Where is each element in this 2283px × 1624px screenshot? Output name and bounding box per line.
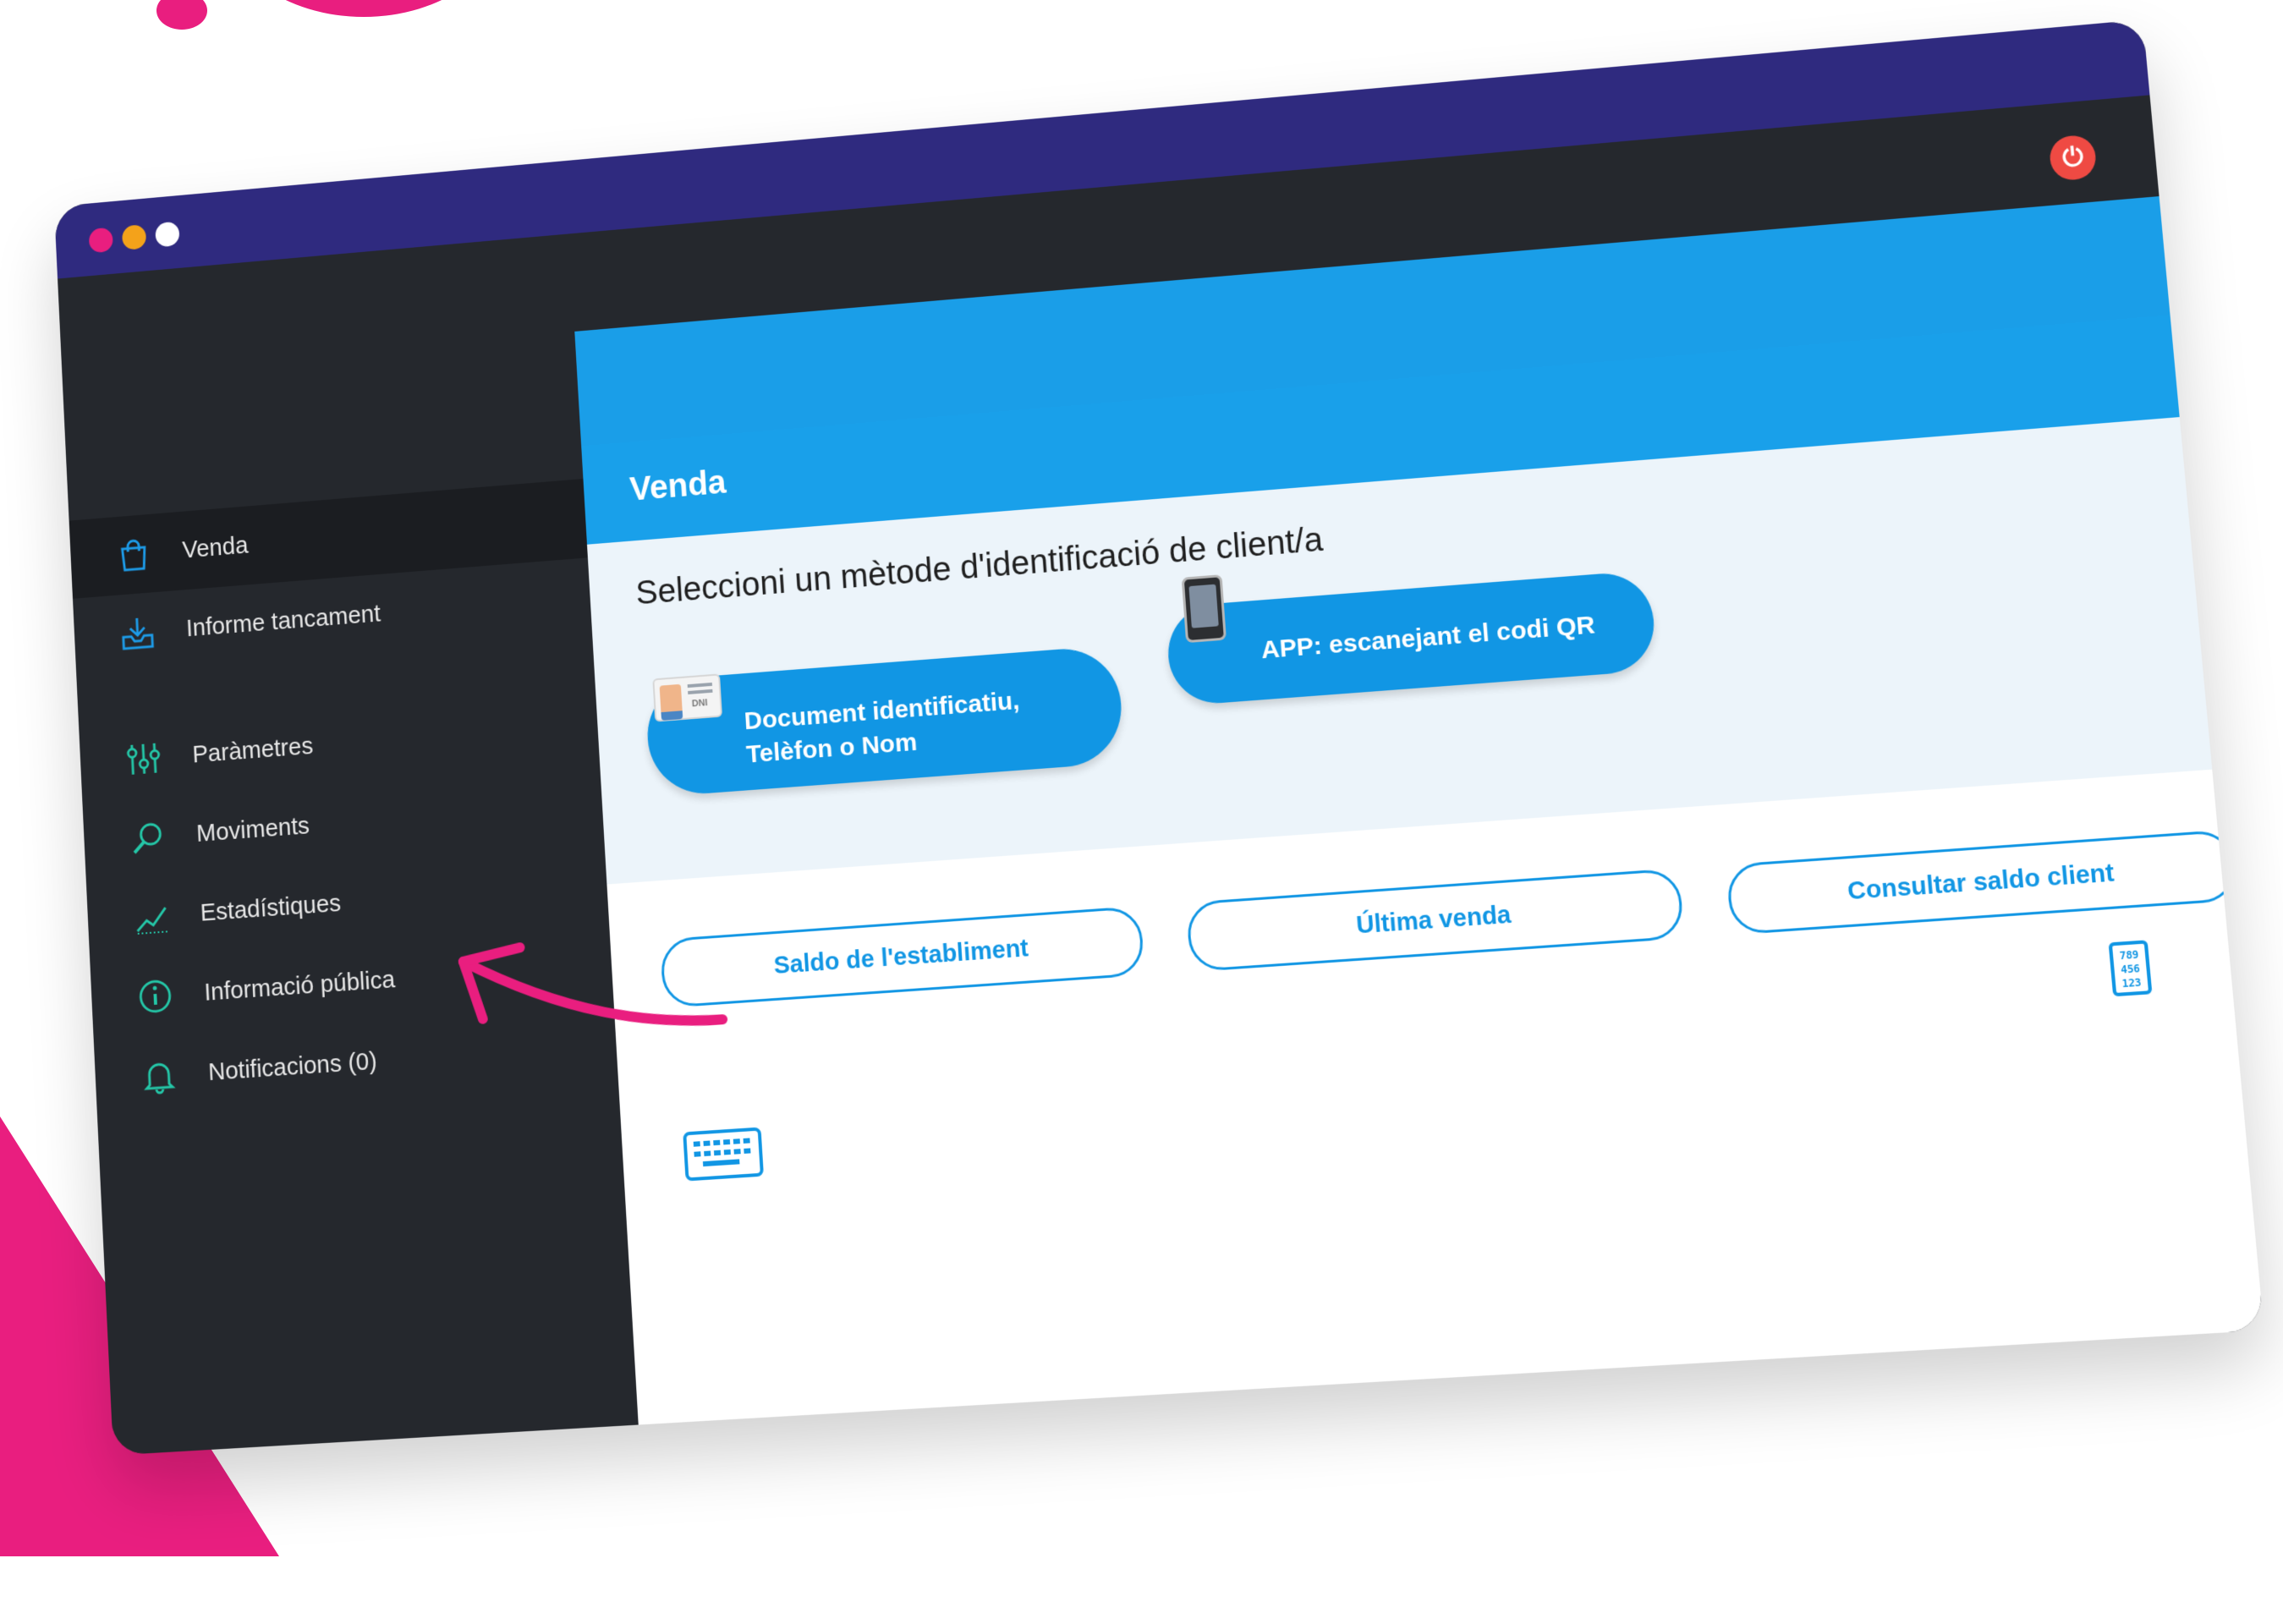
bell-icon	[140, 1056, 178, 1096]
sliders-icon	[124, 738, 163, 779]
info-icon	[136, 976, 175, 1017]
sidebar-item-label: Moviments	[195, 812, 310, 848]
numpad-icon[interactable]: 789 456 123	[2108, 940, 2153, 997]
page-title: Venda	[628, 464, 727, 508]
phone-icon	[1181, 574, 1227, 644]
minimize-dot[interactable]	[121, 224, 147, 251]
chart-line-icon	[132, 897, 171, 937]
highlight-arrow-icon	[428, 893, 733, 1081]
establishment-balance-button[interactable]: Saldo de l'establiment	[659, 905, 1145, 1008]
sidebar-item-label: Venda	[181, 531, 250, 564]
shopping-bag-icon	[114, 535, 152, 575]
perspective-stage: ⏻ Venda Informe tancament Paràmetres Mov…	[3, 0, 2283, 1624]
id-document-button[interactable]: DNI Document identificatiu, Telèfon o No…	[644, 645, 1126, 798]
logout-icon[interactable]: ⏻	[2048, 134, 2098, 182]
download-tray-icon	[118, 612, 157, 653]
decorative-blob-dot	[156, 0, 207, 30]
close-dot[interactable]	[88, 227, 114, 254]
qr-app-label: APP: escanejant el codi QR	[1259, 611, 1596, 665]
sidebar-item-label: Estadístiques	[200, 889, 342, 927]
sidebar-item-label: Informació pública	[203, 966, 396, 1007]
sidebar-item-label: Informe tancament	[185, 600, 381, 642]
last-sale-button[interactable]: Última venda	[1185, 868, 1685, 973]
sidebar-item-label: Notificacions (0)	[207, 1047, 378, 1086]
sidebar-item-label: Paràmetres	[191, 732, 314, 768]
client-balance-button[interactable]: Consultar saldo client	[1726, 829, 2239, 935]
decorative-blob-top	[220, 0, 508, 17]
keyboard-icon[interactable]	[683, 1127, 764, 1182]
id-document-label: Document identificatiu, Telèfon o Nom	[743, 687, 1021, 769]
magnifier-icon	[129, 818, 167, 859]
app-window: ⏻ Venda Informe tancament Paràmetres Mov…	[54, 19, 2264, 1456]
id-card-icon: DNI	[652, 673, 723, 722]
maximize-dot[interactable]	[155, 221, 180, 248]
main-panel: Venda Seleccioni un mètode d'identificac…	[581, 315, 2264, 1425]
qr-app-button[interactable]: APP: escanejant el codi QR	[1165, 569, 1658, 707]
